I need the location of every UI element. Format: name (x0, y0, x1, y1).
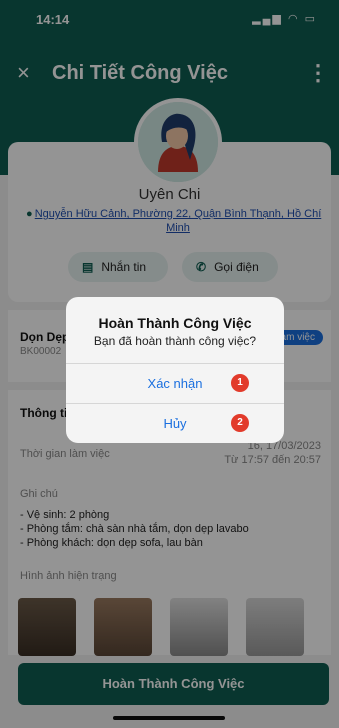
step-badge-1: 1 (231, 374, 249, 392)
confirm-dialog: Hoàn Thành Công Việc Bạn đã hoàn thành c… (66, 297, 284, 443)
cancel-button[interactable]: Hủy (66, 403, 284, 443)
confirm-label: Xác nhận (147, 376, 203, 391)
step-badge-2: 2 (231, 414, 249, 432)
confirm-button[interactable]: Xác nhận (66, 363, 284, 404)
dialog-title: Hoàn Thành Công Việc (98, 315, 252, 331)
dialog-message: Bạn đã hoàn thành công việc? (93, 334, 257, 348)
cancel-label: Hủy (163, 416, 187, 431)
